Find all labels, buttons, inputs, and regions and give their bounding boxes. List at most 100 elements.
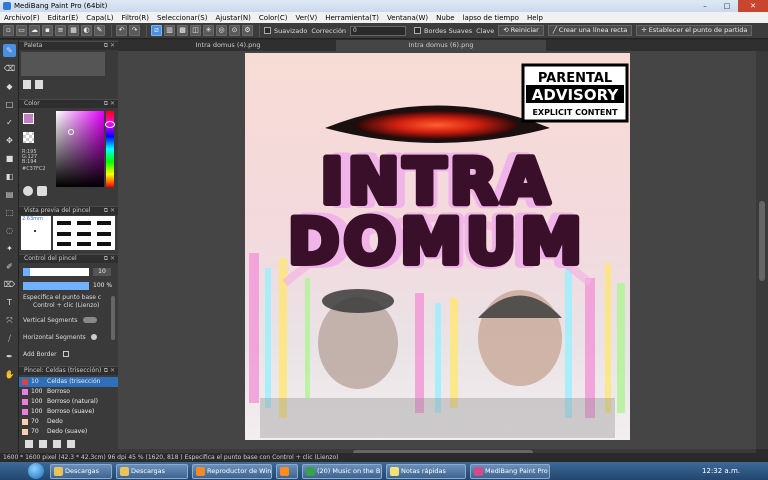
color-picker-cursor[interactable] (68, 129, 74, 135)
task-descargas-2[interactable]: Descargas (116, 463, 188, 479)
redo-icon[interactable]: ↷ (129, 25, 140, 36)
bucket-tool-icon[interactable]: ◧ (3, 170, 16, 183)
bordes-checkbox[interactable] (414, 27, 422, 34)
menu-herramienta[interactable]: Herramienta(T) (325, 14, 379, 22)
maximize-button[interactable]: □ (716, 0, 738, 12)
linea-recta-button[interactable]: ╱ Crear una línea recta (547, 25, 633, 36)
suavizado-checkbox[interactable] (264, 27, 271, 34)
undo-icon[interactable]: ↶ (116, 25, 127, 36)
fill-rect-tool-icon[interactable]: ■ (3, 152, 16, 165)
eyedropper-tool-icon[interactable]: ✒ (3, 350, 16, 363)
menu-filtro[interactable]: Filtro(R) (122, 14, 149, 22)
snap-circle-icon[interactable]: ◎ (216, 25, 227, 36)
add-palette-icon[interactable] (23, 80, 31, 89)
text-tool-icon[interactable]: T (3, 296, 16, 309)
panel-buttons-icon[interactable]: ⧉ ✕ (104, 207, 115, 215)
stroke-tool-icon[interactable]: ✓ (3, 116, 16, 129)
select-rect-tool-icon[interactable]: ⬚ (3, 206, 16, 219)
color-saturation-picker[interactable] (56, 111, 104, 187)
reiniciar-button[interactable]: ⟲ Reiniciar (498, 25, 544, 36)
task-chrome[interactable]: (20) Music on the Bl... (302, 463, 382, 479)
rect-tool-icon[interactable]: □ (3, 98, 16, 111)
snap-curve-icon[interactable]: ⊙ (229, 25, 240, 36)
task-notas[interactable]: Notas rápidas (386, 463, 466, 479)
panel-buttons-icon[interactable]: ⧉ ✕ (104, 100, 115, 108)
brush-list-item[interactable]: 100 Borroso (suave) (19, 407, 118, 417)
dot-tool-icon[interactable]: ◆ (3, 80, 16, 93)
layers-icon[interactable]: ≡ (55, 25, 66, 36)
artwork-canvas[interactable]: INTRA INTRA DOMUM DOMUM PARENTAL ADVISOR… (245, 53, 630, 440)
menu-help[interactable]: Help (527, 14, 543, 22)
task-descargas-1[interactable]: Descargas (50, 463, 112, 479)
magic-wand-tool-icon[interactable]: ✦ (3, 242, 16, 255)
open-file-icon[interactable]: ▭ (16, 25, 27, 36)
menu-ventana[interactable]: Ventana(W) (387, 14, 428, 22)
menu-nube[interactable]: Nube (436, 14, 454, 22)
brush-list-item[interactable]: 100 Borroso (19, 387, 118, 397)
grid-icon[interactable]: ▦ (68, 25, 79, 36)
select-pen-tool-icon[interactable]: ✐ (3, 260, 16, 273)
correccion-select[interactable]: 0 (350, 25, 407, 36)
menu-editar[interactable]: Editar(E) (48, 14, 79, 22)
hand-tool-icon[interactable]: ✋ (3, 368, 16, 381)
secondary-color-swatch[interactable] (23, 132, 34, 143)
panel-buttons-icon[interactable]: ⧉ ✕ (104, 255, 115, 263)
horizontal-segments-toggle[interactable] (91, 334, 97, 340)
delete-palette-icon[interactable] (35, 80, 43, 89)
move-tool-icon[interactable]: ✥ (3, 134, 16, 147)
snap-cross-icon[interactable]: ▩ (177, 25, 188, 36)
color-wheel-icon[interactable] (23, 186, 33, 196)
snap-off-icon[interactable]: ⧄ (151, 25, 162, 36)
cloud-icon[interactable]: ☁ (29, 25, 40, 36)
eraser-tool-icon[interactable]: ⌫ (3, 62, 16, 75)
punto-partida-button[interactable]: ✛ Establecer el punto de partida (636, 25, 753, 36)
brush-list-item[interactable]: 70 Dedo (suave) (19, 427, 118, 437)
tab-intra-domus-6[interactable]: Intra domus (6).png (336, 40, 546, 51)
canvas-area[interactable]: INTRA INTRA DOMUM DOMUM PARENTAL ADVISOR… (118, 51, 756, 449)
primary-color-swatch[interactable] (23, 113, 34, 124)
new-file-icon[interactable]: ▫ (3, 25, 14, 36)
menu-archivo[interactable]: Archivo(F) (4, 14, 40, 22)
brush-folder-icon[interactable] (67, 440, 75, 448)
brush-icon[interactable]: ✎ (94, 25, 105, 36)
save-icon[interactable]: ▪ (42, 25, 53, 36)
palette-area[interactable] (21, 52, 105, 76)
vertical-scroll-thumb[interactable] (759, 201, 765, 281)
menu-capa[interactable]: Capa(L) (86, 14, 113, 22)
panel-buttons-icon[interactable]: ⧉ ✕ (104, 367, 115, 375)
hue-cursor[interactable] (105, 121, 115, 128)
snap-radial-icon[interactable]: ✳ (203, 25, 214, 36)
brush-size-value[interactable]: 10 (93, 268, 111, 276)
color-history-icon[interactable] (37, 186, 47, 196)
add-brush-icon[interactable] (25, 440, 33, 448)
snap-perspective-icon[interactable]: ◫ (190, 25, 201, 36)
vertical-scrollbar[interactable] (756, 51, 768, 449)
minimize-button[interactable]: – (694, 0, 716, 12)
menu-ver[interactable]: Ver(V) (296, 14, 318, 22)
task-firefox[interactable] (276, 463, 298, 479)
select-eraser-tool-icon[interactable]: ⌦ (3, 278, 16, 291)
brush-size-slider[interactable] (23, 268, 89, 276)
menu-seleccionar[interactable]: Seleccionar(S) (157, 14, 207, 22)
operation-tool-icon[interactable]: ⤧ (3, 314, 16, 327)
divide-tool-icon[interactable]: ⧸ (3, 332, 16, 345)
brush-list-item[interactable]: 100 Borroso (natural) (19, 397, 118, 407)
lasso-tool-icon[interactable]: ◌ (3, 224, 16, 237)
snap-settings-icon[interactable]: ⚙ (242, 25, 253, 36)
opacity-value[interactable]: 100 % (93, 282, 112, 289)
clock[interactable]: 12:32 a.m. (702, 462, 740, 480)
menu-ajustar[interactable]: Ajustar(N) (215, 14, 250, 22)
add-border-checkbox[interactable] (63, 351, 69, 357)
control-scrollbar[interactable] (111, 296, 115, 340)
start-button[interactable] (28, 463, 44, 479)
delete-brush-icon[interactable] (53, 440, 61, 448)
panel-buttons-icon[interactable]: ⧉ ✕ (104, 42, 115, 50)
tab-intra-domus-4[interactable]: Intra domus (4).png (122, 40, 334, 51)
task-media-player[interactable]: Reproductor de Win... (192, 463, 272, 479)
vertical-segments-toggle[interactable] (83, 317, 97, 323)
download-brush-icon[interactable] (39, 440, 47, 448)
brush-list-item[interactable]: 70 Dedo (19, 417, 118, 427)
brush-list-item[interactable]: 10 Celdas (trisección (19, 377, 118, 387)
menu-lapso[interactable]: lapso de tiempo (463, 14, 519, 22)
color-icon[interactable]: ◐ (81, 25, 92, 36)
